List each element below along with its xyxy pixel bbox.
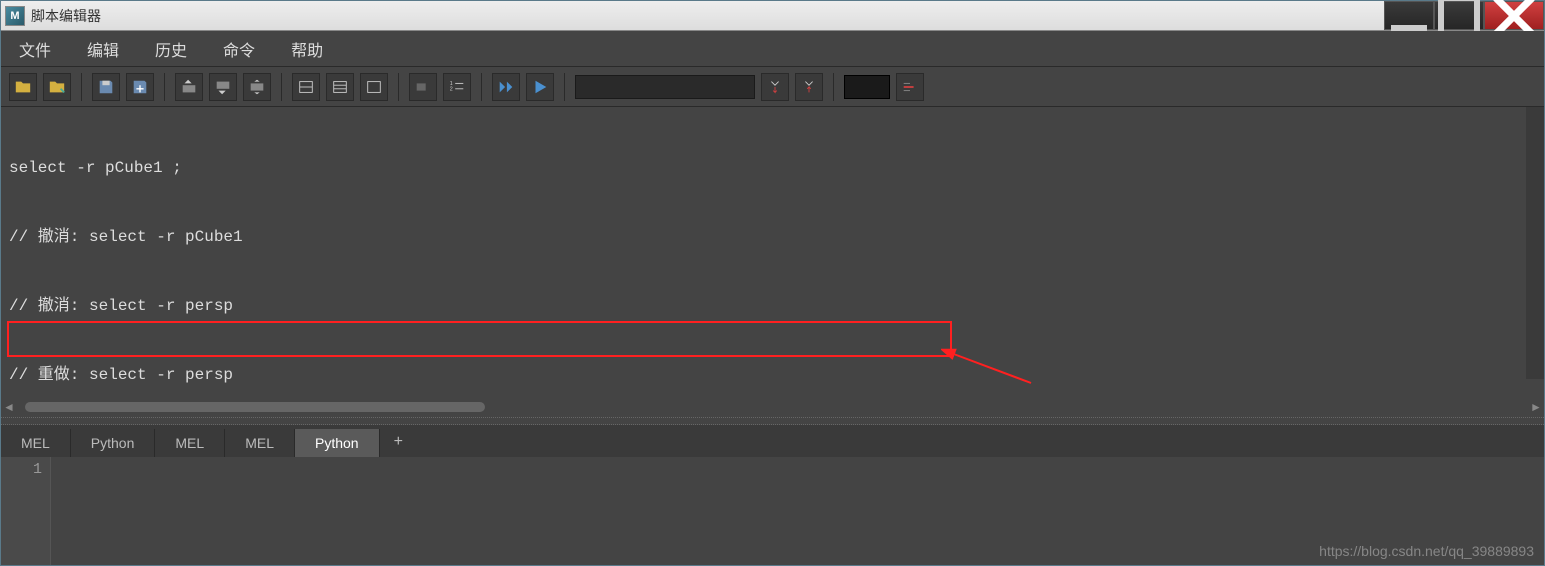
separator — [398, 73, 399, 101]
search-field[interactable] — [575, 75, 755, 99]
execute-all-button[interactable] — [492, 73, 520, 101]
output-line: // 重做: select -r persp — [9, 364, 1536, 387]
source-script-button[interactable] — [43, 73, 71, 101]
search-down-button[interactable] — [761, 73, 789, 101]
script-editor-window: M 脚本编辑器 文件 编辑 历史 命令 帮助 — [0, 0, 1545, 566]
tab-mel[interactable]: MEL — [1, 429, 71, 457]
scroll-left-icon[interactable]: ◄ — [1, 399, 17, 415]
echo-commands-button[interactable] — [409, 73, 437, 101]
separator — [281, 73, 282, 101]
window-title: 脚本编辑器 — [31, 6, 1384, 26]
tab-mel[interactable]: MEL — [225, 429, 295, 457]
show-history-button[interactable] — [292, 73, 320, 101]
toolbar: 12 — [1, 67, 1544, 107]
separator — [833, 73, 834, 101]
output-pane[interactable]: select -r pCube1 ; // 撤消: select -r pCub… — [1, 107, 1544, 397]
tab-python-active[interactable]: Python — [295, 429, 380, 457]
scroll-thumb[interactable] — [25, 402, 485, 412]
output-content: select -r pCube1 ; // 撤消: select -r pCub… — [1, 107, 1544, 397]
menu-history[interactable]: 历史 — [147, 33, 195, 65]
app-icon: M — [5, 6, 25, 26]
search-up-button[interactable] — [795, 73, 823, 101]
output-line: // 撤消: select -r pCube1 — [9, 226, 1536, 249]
menu-edit[interactable]: 编辑 — [79, 33, 127, 65]
close-button[interactable] — [1484, 1, 1544, 30]
output-line: select -r pCube1 ; — [9, 157, 1536, 180]
svg-text:2: 2 — [450, 86, 453, 92]
line-number: 1 — [5, 461, 42, 478]
horizontal-scrollbar[interactable]: ◄ ► — [1, 397, 1544, 417]
goto-line-button[interactable] — [896, 73, 924, 101]
editor-pane: 1 — [1, 457, 1544, 565]
show-input-button[interactable] — [326, 73, 354, 101]
line-numbers-button[interactable]: 12 — [443, 73, 471, 101]
menu-file[interactable]: 文件 — [11, 33, 59, 65]
goto-line-field[interactable] — [844, 75, 890, 99]
tab-python[interactable]: Python — [71, 429, 156, 457]
title-bar[interactable]: M 脚本编辑器 — [1, 1, 1544, 31]
clear-input-button[interactable] — [209, 73, 237, 101]
tab-bar: MEL Python MEL MEL Python + — [1, 425, 1544, 457]
pane-divider[interactable] — [1, 417, 1544, 425]
separator — [164, 73, 165, 101]
maximize-button[interactable] — [1434, 1, 1484, 30]
separator — [481, 73, 482, 101]
separator — [564, 73, 565, 101]
scroll-right-icon[interactable]: ► — [1528, 399, 1544, 415]
separator — [81, 73, 82, 101]
window-buttons — [1384, 1, 1544, 30]
clear-all-button[interactable] — [243, 73, 271, 101]
line-gutter: 1 — [1, 457, 51, 565]
clear-history-button[interactable] — [175, 73, 203, 101]
save-button[interactable] — [92, 73, 120, 101]
save-to-shelf-button[interactable] — [126, 73, 154, 101]
tab-mel[interactable]: MEL — [155, 429, 225, 457]
menu-command[interactable]: 命令 — [215, 33, 263, 65]
output-line: // 撤消: select -r persp — [9, 295, 1536, 318]
vertical-scrollbar[interactable] — [1526, 107, 1544, 379]
open-script-button[interactable] — [9, 73, 37, 101]
tab-add-button[interactable]: + — [380, 427, 417, 457]
minimize-button[interactable] — [1384, 1, 1434, 30]
menu-help[interactable]: 帮助 — [283, 33, 331, 65]
show-both-button[interactable] — [360, 73, 388, 101]
watermark: https://blog.csdn.net/qq_39889893 — [1319, 543, 1534, 559]
menu-bar: 文件 编辑 历史 命令 帮助 — [1, 31, 1544, 67]
execute-button[interactable] — [526, 73, 554, 101]
